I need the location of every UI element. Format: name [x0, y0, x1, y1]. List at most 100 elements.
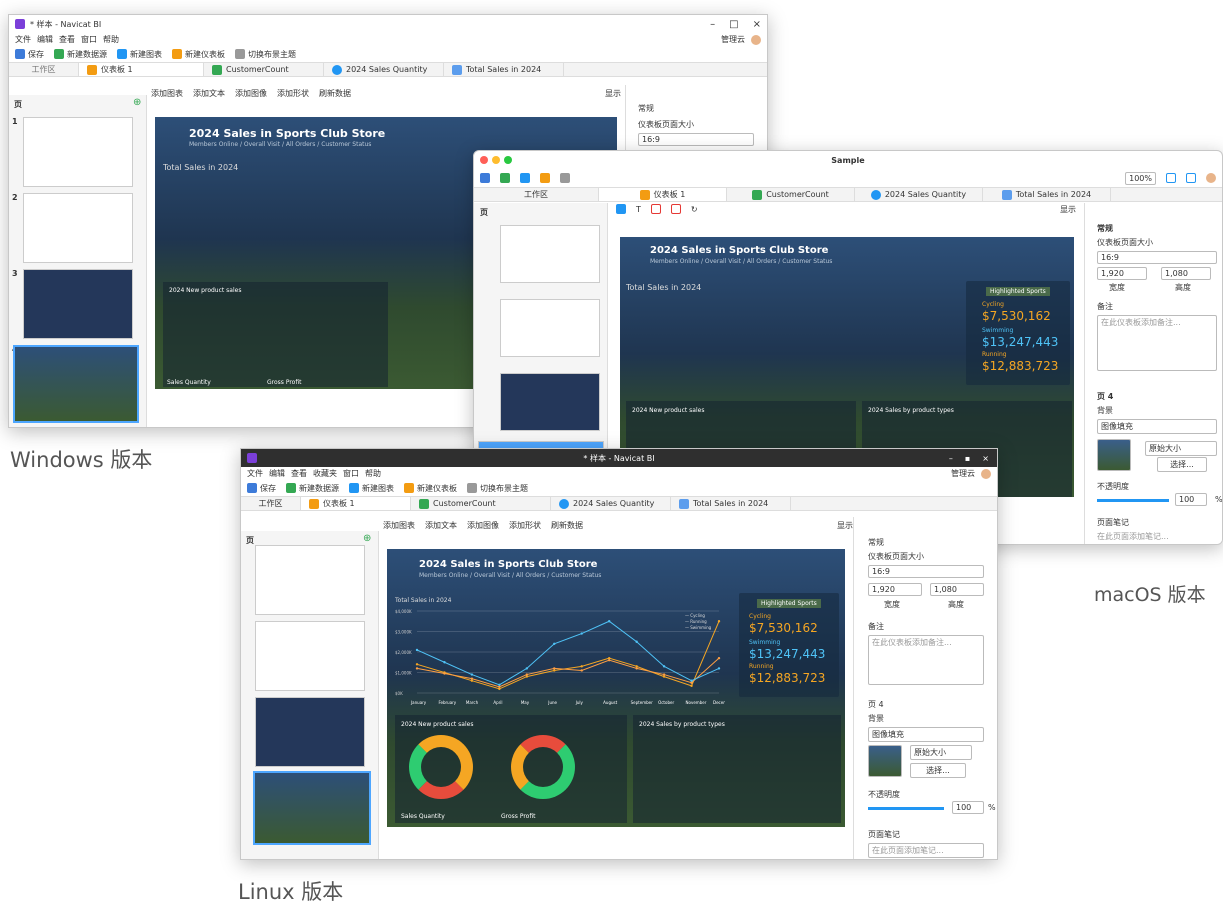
- tab-customercount[interactable]: CustomerCount: [411, 497, 551, 510]
- maximize-icon[interactable]: [504, 156, 512, 164]
- general-section[interactable]: 常规: [868, 537, 884, 548]
- avatar[interactable]: [751, 34, 761, 45]
- page-thumbnail-3[interactable]: [23, 269, 133, 339]
- opacity-slider[interactable]: [868, 807, 944, 810]
- show-button[interactable]: 显示: [605, 88, 621, 99]
- opacity-input[interactable]: 100: [952, 801, 984, 814]
- add-text-button[interactable]: 添加文本: [425, 520, 457, 531]
- avatar[interactable]: [1206, 173, 1216, 183]
- menu-window[interactable]: 窗口: [81, 34, 97, 45]
- menu-help[interactable]: 帮助: [103, 34, 119, 45]
- tab-dashboard-1[interactable]: 仪表板 1: [599, 188, 727, 201]
- add-image-button[interactable]: 添加图像: [235, 88, 267, 99]
- add-page-icon[interactable]: ⊕: [363, 533, 371, 544]
- page-size-select[interactable]: 16:9: [1097, 251, 1217, 264]
- background-select[interactable]: 图像填充: [868, 727, 984, 742]
- sidebar-right-icon[interactable]: [1186, 173, 1196, 183]
- dashboard-icon[interactable]: [540, 173, 550, 183]
- menu-file[interactable]: 文件: [247, 468, 263, 479]
- user-name[interactable]: 管理云: [721, 34, 745, 45]
- tab-workspace[interactable]: 工作区: [9, 63, 79, 76]
- add-chart-button[interactable]: 添加图表: [151, 88, 183, 99]
- menu-file[interactable]: 文件: [15, 34, 31, 45]
- menu-edit[interactable]: 编辑: [37, 34, 53, 45]
- new-dashboard-button[interactable]: 新建仪表板: [404, 483, 457, 494]
- page-thumbnail-1[interactable]: [255, 545, 365, 615]
- add-text-icon[interactable]: T: [636, 205, 641, 214]
- page-thumbnail-1[interactable]: [23, 117, 133, 187]
- height-input[interactable]: 1,080: [1161, 267, 1211, 280]
- page-thumbnail-2[interactable]: [255, 621, 365, 691]
- page-notes-input[interactable]: 在此页面添加笔记...: [868, 843, 984, 858]
- zoom-select[interactable]: 100%: [1125, 171, 1156, 185]
- add-shape-button[interactable]: 添加形状: [277, 88, 309, 99]
- add-page-icon[interactable]: ⊕: [133, 97, 141, 108]
- user-name[interactable]: 管理云: [951, 468, 975, 479]
- datasource-icon[interactable]: [500, 173, 510, 183]
- page-thumbnail-3[interactable]: [500, 373, 600, 431]
- background-select[interactable]: 图像填充: [1097, 419, 1217, 434]
- add-shape-button[interactable]: 添加形状: [509, 520, 541, 531]
- avatar[interactable]: [981, 468, 991, 479]
- sidebar-left-icon[interactable]: [1166, 173, 1176, 183]
- opacity-input[interactable]: 100: [1175, 493, 1207, 506]
- choose-button[interactable]: 选择...: [910, 763, 966, 778]
- page-thumbnail-3[interactable]: [255, 697, 365, 767]
- switch-theme-button[interactable]: 切换布景主题: [235, 49, 296, 60]
- new-chart-button[interactable]: 新建图表: [349, 483, 394, 494]
- add-image-icon[interactable]: [650, 204, 661, 214]
- maximize-icon[interactable]: □: [729, 19, 738, 30]
- tab-total-sales[interactable]: Total Sales in 2024: [671, 497, 791, 510]
- save-icon[interactable]: [480, 173, 490, 183]
- general-section[interactable]: 常规: [1097, 223, 1113, 234]
- show-button[interactable]: 显示: [837, 520, 853, 531]
- opacity-slider[interactable]: [1097, 499, 1169, 502]
- refresh-button[interactable]: 刷新数据: [319, 88, 351, 99]
- width-input[interactable]: 1,920: [868, 583, 922, 596]
- fit-select[interactable]: 原始大小: [1145, 441, 1217, 456]
- height-input[interactable]: 1,080: [930, 583, 984, 596]
- tab-workspace[interactable]: 工作区: [474, 188, 599, 201]
- new-dashboard-button[interactable]: 新建仪表板: [172, 49, 225, 60]
- add-chart-button[interactable]: 添加图表: [383, 520, 415, 531]
- minimize-icon[interactable]: –: [949, 454, 953, 463]
- minimize-icon[interactable]: [492, 156, 500, 164]
- tab-sales-quantity[interactable]: 2024 Sales Quantity: [324, 63, 444, 76]
- page-thumbnail-2[interactable]: [23, 193, 133, 263]
- minimize-icon[interactable]: –: [710, 19, 715, 30]
- page-thumbnail-1[interactable]: [500, 225, 600, 283]
- tab-sales-quantity[interactable]: 2024 Sales Quantity: [855, 188, 983, 201]
- page-size-select[interactable]: 16:9: [868, 565, 984, 578]
- save-button[interactable]: 保存: [247, 483, 276, 494]
- menu-window[interactable]: 窗口: [343, 468, 359, 479]
- tab-sales-quantity[interactable]: 2024 Sales Quantity: [551, 497, 671, 510]
- show-button[interactable]: 显示: [1060, 204, 1076, 215]
- add-shape-icon[interactable]: [670, 204, 681, 214]
- general-section[interactable]: 常规: [638, 103, 654, 114]
- save-button[interactable]: 保存: [15, 49, 44, 60]
- theme-icon[interactable]: [560, 173, 570, 183]
- tab-workspace[interactable]: 工作区: [241, 497, 301, 510]
- menu-edit[interactable]: 编辑: [269, 468, 285, 479]
- maximize-icon[interactable]: ▪: [965, 454, 970, 463]
- notes-input[interactable]: 在此仪表板添加备注...: [868, 635, 984, 685]
- menu-help[interactable]: 帮助: [365, 468, 381, 479]
- notes-input[interactable]: 在此仪表板添加备注...: [1097, 315, 1217, 371]
- refresh-icon[interactable]: ↻: [691, 205, 698, 214]
- tab-customercount[interactable]: CustomerCount: [204, 63, 324, 76]
- new-datasource-button[interactable]: 新建数据源: [286, 483, 339, 494]
- switch-theme-button[interactable]: 切换布景主题: [467, 483, 528, 494]
- page-section[interactable]: 页 4: [868, 699, 884, 710]
- add-chart-icon[interactable]: [616, 204, 626, 214]
- close-icon[interactable]: [480, 156, 488, 164]
- add-text-button[interactable]: 添加文本: [193, 88, 225, 99]
- menu-view[interactable]: 查看: [291, 468, 307, 479]
- page-thumbnail-4[interactable]: [13, 345, 139, 423]
- add-image-button[interactable]: 添加图像: [467, 520, 499, 531]
- fit-select[interactable]: 原始大小: [910, 745, 972, 760]
- width-input[interactable]: 1,920: [1097, 267, 1147, 280]
- chart-icon[interactable]: [520, 173, 530, 183]
- tab-dashboard-1[interactable]: 仪表板 1: [301, 497, 411, 510]
- choose-button[interactable]: 选择...: [1157, 457, 1207, 472]
- page-notes-input[interactable]: 在此页面添加笔记...: [1097, 531, 1169, 542]
